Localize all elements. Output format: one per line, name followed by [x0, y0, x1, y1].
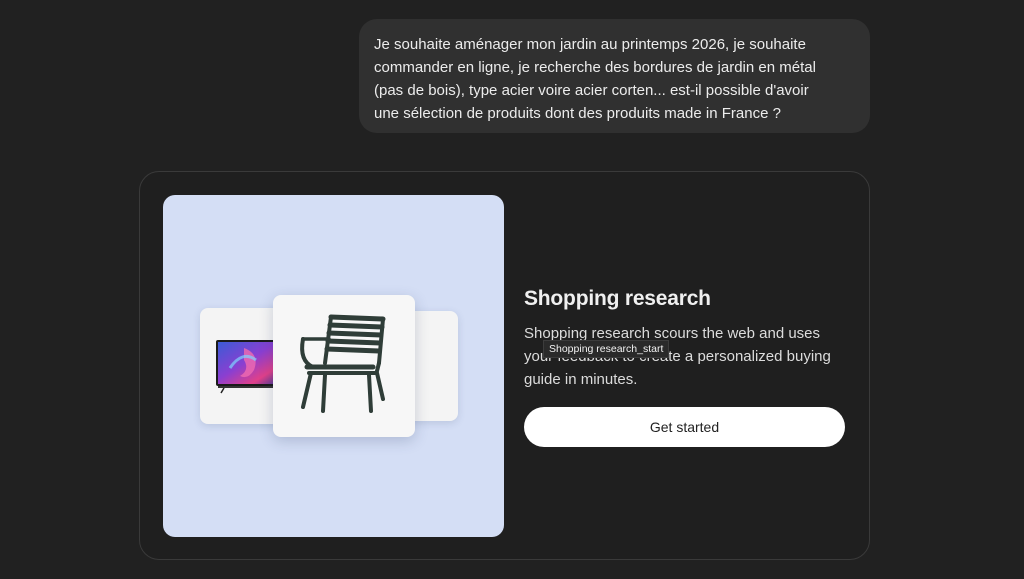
card-title: Shopping research — [524, 287, 711, 310]
card-description-line: guide in minutes. — [524, 371, 638, 388]
get-started-button[interactable]: Get started — [524, 407, 845, 447]
user-message-line: (pas de bois), type acier voire acier co… — [374, 82, 809, 99]
user-message-line: commander en ligne, je recherche des bor… — [374, 59, 816, 76]
shopping-hero-image — [163, 195, 504, 537]
user-message-line: Je souhaite aménager mon jardin au print… — [374, 36, 806, 53]
chair-product-tile — [273, 295, 415, 437]
chair-icon — [300, 314, 386, 413]
hover-tooltip: Shopping research_start — [543, 340, 670, 358]
tv-product-tile — [200, 308, 282, 424]
chat-page: Je souhaite aménager mon jardin au print… — [0, 0, 1024, 579]
user-message-bubble: Je souhaite aménager mon jardin au print… — [359, 19, 870, 133]
user-message-line: une sélection de produits dont des produ… — [374, 105, 781, 122]
tv-icon — [216, 340, 282, 394]
